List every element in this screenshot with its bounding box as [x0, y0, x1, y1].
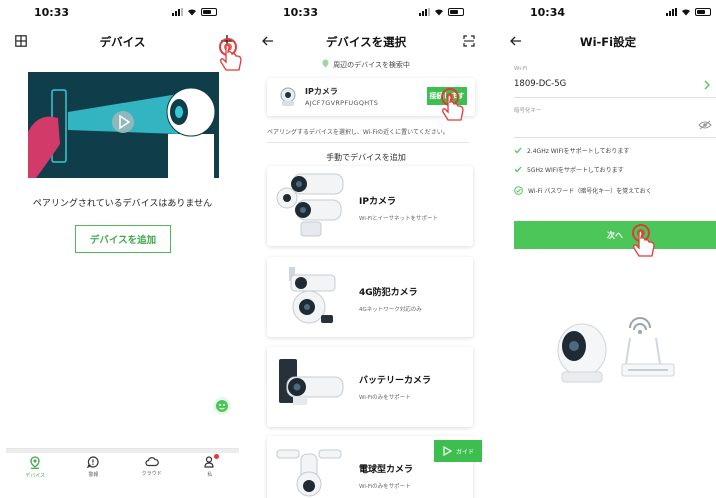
tap-hand-icon [632, 224, 655, 257]
ip-camera-image [276, 173, 344, 237]
status-time: 10:33 [283, 6, 319, 19]
guide-label: ガイド [455, 448, 474, 456]
device-type-ip-camera[interactable]: IPカメラ Wi-Fiとイーサネットをサポート [267, 166, 473, 246]
wifi-network-field[interactable]: 1809-DC-5G [514, 79, 566, 89]
guide-button[interactable]: ガイド [434, 440, 482, 462]
support-bot-icon[interactable] [213, 397, 231, 415]
status-time: 10:34 [530, 6, 566, 19]
field-underline [514, 137, 716, 138]
support-check-5ghz: 5GHz WIFIをサポートしております [514, 165, 624, 174]
bottom-tab-bar: デバイス 警報 クラウド 私 [6, 448, 239, 488]
support-check-24ghz: 2.4GHz WIFIをサポートしております [514, 146, 629, 155]
wifi-status-icon [682, 9, 690, 16]
top-nav: デバイス [0, 30, 245, 52]
battery-icon [448, 8, 464, 16]
checkmark-icon [514, 166, 522, 173]
top-nav: デバイスを選択 [253, 30, 479, 52]
top-nav: Wi-Fi設定 [500, 30, 716, 52]
chevron-right-icon[interactable] [703, 80, 711, 90]
signal-icon [172, 8, 183, 16]
scan-qr-icon[interactable] [460, 32, 478, 50]
signal-icon [419, 8, 430, 16]
eye-hidden-icon[interactable] [698, 120, 712, 130]
cloud-icon [145, 457, 159, 467]
card-subtitle: Wi-Fiとイーサネットをサポート [359, 216, 439, 222]
next-button[interactable]: 次へ [514, 221, 716, 249]
scanning-text: 周辺のデバイスを検索中 [333, 61, 410, 69]
message-alert-icon [87, 456, 99, 468]
page-title: デバイスを選択 [325, 35, 407, 49]
tab-me-label: 私 [207, 472, 213, 478]
pairing-hint: ペアリングするデバイスを選択し、Wi-Fiの近くに置いてください。 [267, 129, 449, 136]
bulb-camera-image [276, 449, 342, 497]
play-icon [443, 446, 452, 456]
wifi-status-icon [435, 9, 443, 16]
remember-password-checkbox[interactable]: Wi-Fi パスワード（暗号化キー）を覚えておく [514, 186, 652, 195]
tab-cloud-label: クラウド [141, 471, 162, 477]
pairing-illustration [28, 72, 219, 178]
found-device-name: IPカメラ [305, 87, 338, 96]
field-underline [514, 97, 716, 98]
page-title: Wi-Fi設定 [579, 35, 637, 49]
location-pin-icon [30, 456, 40, 469]
card-title: 電球型カメラ [359, 465, 414, 475]
status-bar: 10:34 [500, 0, 716, 24]
tab-devices-label: デバイス [25, 473, 46, 479]
tab-alerts[interactable]: 警報 [64, 449, 122, 488]
status-icons [172, 8, 217, 16]
divider [267, 142, 469, 143]
password-field-label: 暗号化キー [514, 108, 542, 114]
device-type-4g-camera[interactable]: 4G防犯カメラ 4Gネットワーク対応のみ [267, 257, 473, 337]
scanning-pin-icon [322, 59, 329, 68]
notification-badge [213, 454, 219, 459]
status-bar: 10:33 [0, 0, 245, 24]
tab-devices[interactable]: デバイス [6, 449, 64, 488]
tab-me[interactable]: 私 [181, 449, 239, 488]
4g-camera-image [289, 267, 336, 324]
password-input[interactable] [514, 116, 696, 132]
check-text: 2.4GHz WIFIをサポートしております [527, 148, 630, 155]
tab-alerts-label: 警報 [88, 472, 99, 478]
checkmark-icon [514, 147, 522, 154]
card-subtitle: Wi-Fiのみをサポート [359, 395, 411, 401]
card-subtitle: Wi-Fiのみをサポート [359, 484, 411, 490]
signal-icon [666, 8, 677, 16]
wifi-field-label: Wi-Fi [514, 66, 528, 72]
status-icons [666, 8, 711, 16]
tab-cloud[interactable]: クラウド [123, 449, 181, 488]
card-title: バッテリーカメラ [359, 376, 432, 386]
card-title: 4G防犯カメラ [359, 288, 418, 298]
add-device-button[interactable]: デバイスを追加 [75, 225, 171, 253]
wifi-settings-screen: 10:34 Wi-Fi設定 Wi-Fi 1809-DC-5G 暗号化キー 2.4… [500, 0, 716, 498]
remember-text: Wi-Fi パスワード（暗号化キー）を覚えておく [528, 188, 652, 195]
manual-add-title: 手動でデバイスを追加 [326, 153, 406, 162]
card-subtitle: 4Gネットワーク対応のみ [359, 307, 422, 313]
battery-icon [695, 8, 711, 16]
status-bar: 10:33 [253, 0, 479, 24]
found-device-uid: AJCF7GVRPFUGQHTS [305, 99, 379, 107]
wifi-status-icon [188, 9, 196, 16]
check-text: 5GHz WIFIをサポートしております [527, 167, 624, 174]
device-type-battery-camera[interactable]: バッテリーカメラ Wi-Fiのみをサポート [267, 347, 473, 427]
empty-state-text: ペアリングされているデバイスはありません [32, 199, 213, 209]
select-device-screen: 10:33 デバイスを選択 周辺のデバイスを検索中 IPカメラ AJCF7GVR… [253, 0, 479, 498]
device-list-screen: 10:33 デバイス ペアリングされているデバイスはありません デバイスを追加 … [0, 0, 245, 498]
status-icons [419, 8, 464, 16]
tap-hand-icon [219, 38, 242, 71]
page-title: デバイス [99, 35, 146, 49]
battery-camera-image [279, 359, 344, 405]
camera-icon [280, 87, 296, 106]
status-time: 10:33 [34, 6, 70, 19]
camera-router-illustration [557, 317, 675, 383]
battery-icon [201, 8, 217, 16]
circle-check-icon [514, 186, 523, 195]
scanning-status: 周辺のデバイスを検索中 [253, 59, 479, 70]
card-title: IPカメラ [359, 197, 396, 207]
tap-hand-icon [441, 88, 464, 121]
